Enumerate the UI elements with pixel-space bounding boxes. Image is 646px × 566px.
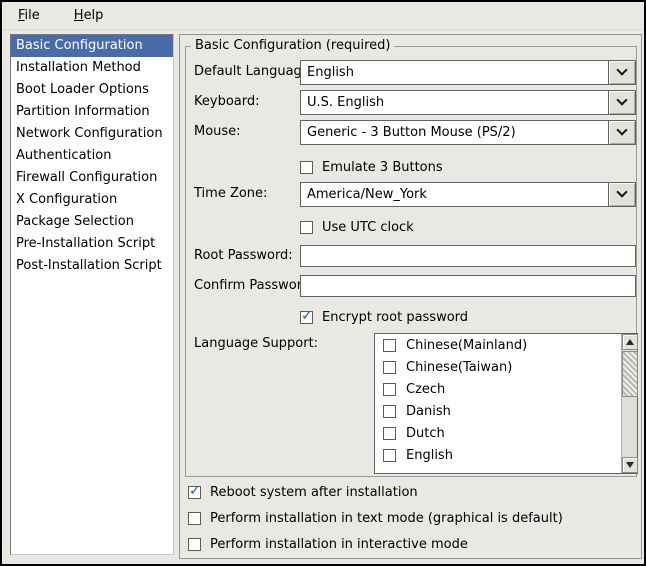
list-item[interactable]: Czech <box>375 380 620 402</box>
language-list-scrollbar[interactable] <box>621 334 637 473</box>
chevron-down-icon <box>616 186 627 197</box>
mouse-dropdown-button[interactable] <box>608 120 636 145</box>
emulate-3-buttons-label: Emulate 3 Buttons <box>322 160 443 175</box>
mouse-label: Mouse: <box>194 124 241 139</box>
emulate-3-buttons-row: Emulate 3 Buttons <box>300 159 443 175</box>
chevron-down-icon <box>616 124 627 135</box>
text-mode-install-row: Perform installation in text mode (graph… <box>188 510 563 526</box>
reboot-after-install-checkbox[interactable]: ✓ <box>188 486 201 499</box>
text-mode-install-label: Perform installation in text mode (graph… <box>210 511 563 526</box>
interactive-mode-install-checkbox[interactable] <box>188 538 201 551</box>
time-zone-dropdown-button[interactable] <box>608 182 636 207</box>
time-zone-label: Time Zone: <box>194 186 267 201</box>
triangle-up-icon <box>626 339 634 345</box>
reboot-after-install-label: Reboot system after installation <box>210 485 418 500</box>
interactive-mode-install-row: Perform installation in interactive mode <box>188 536 468 552</box>
emulate-3-buttons-checkbox[interactable] <box>300 161 313 174</box>
triangle-down-icon <box>626 462 634 468</box>
language-support-label: Language Support: <box>194 336 318 351</box>
confirm-password-field[interactable] <box>300 275 636 297</box>
language-checkbox-chinese-mainland[interactable] <box>383 339 396 352</box>
language-checkbox-dutch[interactable] <box>383 427 396 440</box>
basic-configuration-frame: Basic Configuration (required) Default L… <box>185 46 637 477</box>
default-language-value: English <box>300 60 608 85</box>
chevron-down-icon <box>616 64 627 75</box>
language-support-list: Chinese(Mainland) Chinese(Taiwan) Czech … <box>374 333 638 474</box>
reboot-after-install-row: ✓ Reboot system after installation <box>188 484 418 500</box>
root-password-label: Root Password: <box>194 248 293 263</box>
sidebar-item-network-configuration[interactable]: Network Configuration <box>11 123 173 145</box>
use-utc-row: Use UTC clock <box>300 219 414 235</box>
keyboard-combobox[interactable]: U.S. English <box>300 90 636 115</box>
sidebar-item-authentication[interactable]: Authentication <box>11 145 173 167</box>
frame-title: Basic Configuration (required) <box>191 38 394 53</box>
menu-help-label: elp <box>84 8 104 23</box>
language-label: English <box>406 448 453 463</box>
default-language-combobox[interactable]: English <box>300 60 636 85</box>
check-icon: ✓ <box>189 483 201 499</box>
sidebar-item-firewall-configuration[interactable]: Firewall Configuration <box>11 167 173 189</box>
interactive-mode-install-label: Perform installation in interactive mode <box>210 537 468 552</box>
language-support-rows: Chinese(Mainland) Chinese(Taiwan) Czech … <box>375 336 620 468</box>
keyboard-label: Keyboard: <box>194 94 260 109</box>
menu-file-label: ile <box>25 8 40 23</box>
menu-help-mnemonic: H <box>74 8 84 23</box>
menu-help[interactable]: Help <box>70 6 108 25</box>
mouse-combobox[interactable]: Generic - 3 Button Mouse (PS/2) <box>300 120 636 145</box>
language-label: Chinese(Mainland) <box>406 338 527 353</box>
list-item[interactable]: Danish <box>375 402 620 424</box>
list-item[interactable]: Chinese(Mainland) <box>375 336 620 358</box>
menu-bar: File Help <box>2 2 644 30</box>
language-label: Chinese(Taiwan) <box>406 360 512 375</box>
keyboard-value: U.S. English <box>300 90 608 115</box>
use-utc-checkbox[interactable] <box>300 221 313 234</box>
chevron-down-icon <box>616 94 627 105</box>
sidebar-item-partition-information[interactable]: Partition Information <box>11 101 173 123</box>
section-list: Basic Configuration Installation Method … <box>10 34 174 555</box>
language-label: Czech <box>406 382 445 397</box>
sidebar-item-post-installation-script[interactable]: Post-Installation Script <box>11 255 173 277</box>
language-label: Dutch <box>406 426 445 441</box>
keyboard-dropdown-button[interactable] <box>608 90 636 115</box>
menu-file[interactable]: File <box>14 6 44 25</box>
scroll-down-button[interactable] <box>622 457 638 473</box>
kickstart-configurator-window: File Help Basic Configuration Installati… <box>0 0 646 566</box>
list-item[interactable]: Dutch <box>375 424 620 446</box>
list-item[interactable]: Chinese(Taiwan) <box>375 358 620 380</box>
language-checkbox-danish[interactable] <box>383 405 396 418</box>
encrypt-password-checkbox[interactable]: ✓ <box>300 311 313 324</box>
language-checkbox-chinese-taiwan[interactable] <box>383 361 396 374</box>
check-icon: ✓ <box>301 308 313 324</box>
encrypt-password-label: Encrypt root password <box>322 310 468 325</box>
sidebar-item-basic-configuration[interactable]: Basic Configuration <box>11 35 173 57</box>
default-language-dropdown-button[interactable] <box>608 60 636 85</box>
sidebar-item-boot-loader-options[interactable]: Boot Loader Options <box>11 79 173 101</box>
sidebar-item-pre-installation-script[interactable]: Pre-Installation Script <box>11 233 173 255</box>
sidebar-item-package-selection[interactable]: Package Selection <box>11 211 173 233</box>
language-label: Danish <box>406 404 451 419</box>
language-checkbox-english[interactable] <box>383 449 396 462</box>
default-language-label: Default Language: <box>194 64 314 79</box>
sidebar-item-installation-method[interactable]: Installation Method <box>11 57 173 79</box>
encrypt-password-row: ✓ Encrypt root password <box>300 309 468 325</box>
text-mode-install-checkbox[interactable] <box>188 512 201 525</box>
mouse-value: Generic - 3 Button Mouse (PS/2) <box>300 120 608 145</box>
scroll-up-button[interactable] <box>622 334 638 350</box>
language-checkbox-czech[interactable] <box>383 383 396 396</box>
basic-configuration-panel: Basic Configuration (required) Default L… <box>179 34 642 559</box>
use-utc-label: Use UTC clock <box>322 220 414 235</box>
root-password-field[interactable] <box>300 245 636 267</box>
time-zone-combobox[interactable]: America/New_York <box>300 182 636 207</box>
scrollbar-thumb[interactable] <box>622 351 638 397</box>
sidebar-item-x-configuration[interactable]: X Configuration <box>11 189 173 211</box>
list-item[interactable]: English <box>375 446 620 468</box>
time-zone-value: America/New_York <box>300 182 608 207</box>
confirm-password-label: Confirm Password: <box>194 278 314 293</box>
